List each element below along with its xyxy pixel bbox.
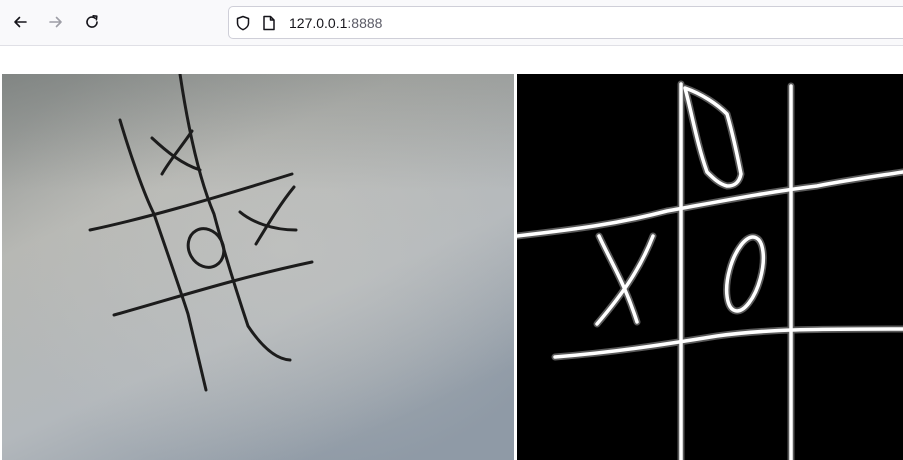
back-arrow-icon xyxy=(12,14,28,30)
page-content xyxy=(0,46,903,460)
back-button[interactable] xyxy=(7,9,33,35)
camera-feed-image xyxy=(2,74,514,460)
thresholded-edge-image xyxy=(517,74,903,460)
reload-icon xyxy=(84,14,100,30)
url-host: 127.0.0.1 xyxy=(289,15,348,31)
forward-button[interactable] xyxy=(43,9,69,35)
url-port: :8888 xyxy=(347,15,383,31)
browser-toolbar: 127.0.0.1:8888 xyxy=(0,0,903,46)
reload-button[interactable] xyxy=(79,9,105,35)
page-info-icon[interactable] xyxy=(262,15,276,31)
tracking-protection-shield-icon[interactable] xyxy=(235,15,251,31)
address-bar[interactable]: 127.0.0.1:8888 xyxy=(228,6,903,39)
url-text[interactable]: 127.0.0.1:8888 xyxy=(289,15,382,31)
forward-arrow-icon xyxy=(48,14,64,30)
